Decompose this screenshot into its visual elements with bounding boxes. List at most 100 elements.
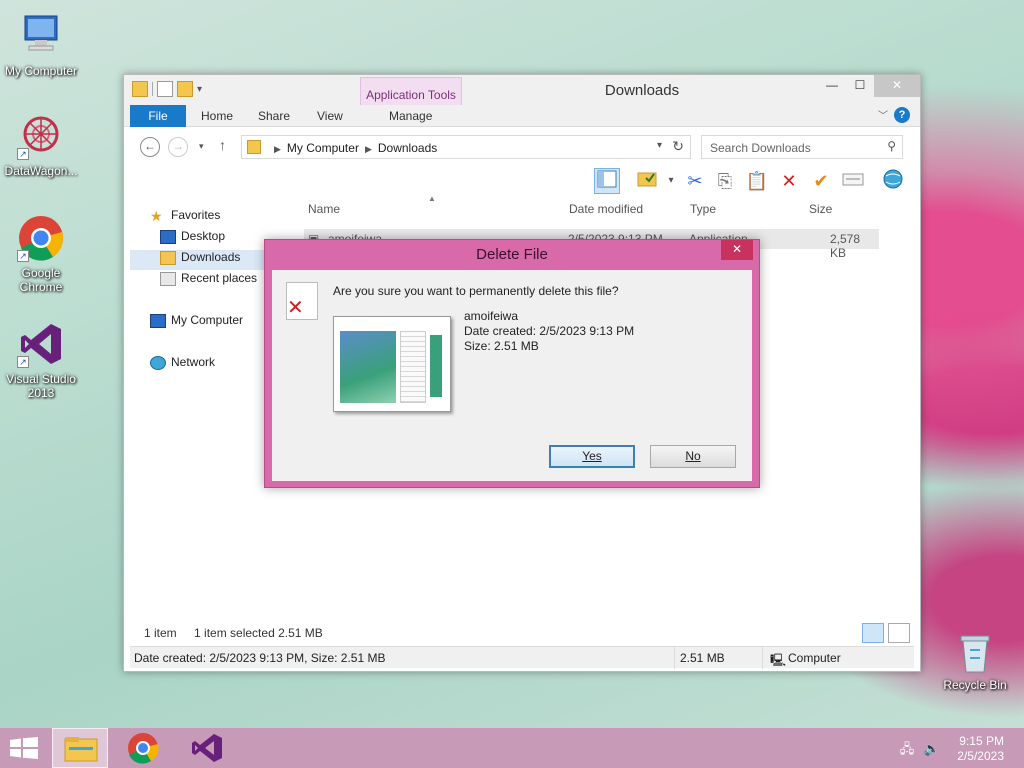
network-status-icon[interactable]: 🖧	[900, 741, 915, 756]
column-header-size[interactable]: Size	[809, 202, 832, 216]
maximize-button[interactable]: ☐	[846, 75, 874, 97]
computer-icon	[17, 12, 65, 60]
globe-icon[interactable]	[880, 168, 906, 194]
desktop-icon-recycle-bin[interactable]: Recycle Bin	[938, 630, 1012, 692]
chrome-icon	[128, 733, 159, 764]
minimize-button[interactable]: —	[818, 75, 846, 97]
tab-manage[interactable]: Manage	[389, 109, 432, 123]
back-button[interactable]: ←	[140, 137, 160, 157]
desktop-icon-label: Visual Studio 2013	[6, 372, 76, 400]
no-label: No	[685, 449, 701, 463]
tab-view[interactable]: View	[317, 109, 343, 123]
chrome-icon: ↗	[17, 214, 65, 262]
nav-desktop[interactable]: Desktop	[160, 229, 225, 249]
delete-icon[interactable]: ✕	[776, 168, 802, 194]
file-size: 2,578 KB	[830, 232, 861, 260]
cut-icon[interactable]: ✂	[682, 168, 708, 194]
details-info: Date created: 2/5/2023 9:13 PM, Size: 2.…	[134, 651, 386, 665]
paste-icon[interactable]: 📋	[744, 168, 770, 194]
desktop-icon-label: My Computer	[4, 64, 78, 78]
visual-studio-icon: ↗	[17, 320, 65, 368]
breadcrumb-downloads[interactable]: Downloads	[378, 141, 437, 155]
nav-downloads[interactable]: Downloads	[130, 250, 280, 270]
rename-icon[interactable]: ✔	[808, 168, 834, 194]
up-arrow-icon[interactable]: ↑	[219, 137, 226, 153]
search-placeholder: Search Downloads	[710, 141, 811, 155]
window-title: Downloads	[604, 82, 680, 99]
file-info: amoifeiwa Date created: 2/5/2023 9:13 PM…	[464, 309, 634, 354]
desktop-icon-label: Google Chrome	[19, 266, 63, 294]
shortcut-arrow-icon: ↗	[17, 250, 29, 262]
desktop-icon-visual-studio[interactable]: ↗ Visual Studio 2013	[0, 320, 82, 400]
breadcrumb-my-computer[interactable]: My Computer	[287, 141, 359, 155]
ribbon-tabs: File Home Share View Manage ﹀ ?	[124, 105, 920, 127]
dialog-question: Are you sure you want to permanently del…	[333, 284, 619, 298]
address-field[interactable]: ▶ My Computer ▶ Downloads ▾ ↻	[241, 135, 691, 159]
window-controls: — ☐ ✕	[818, 75, 920, 97]
preview-pane-button[interactable]	[594, 168, 620, 194]
desktop-icon-datawagon[interactable]: ↗ DataWagon...	[0, 112, 82, 178]
properties-icon[interactable]	[840, 168, 866, 194]
column-header-date[interactable]: Date modified	[569, 202, 643, 216]
details-location: Computer	[788, 651, 841, 665]
search-icon: ⚲	[887, 139, 896, 153]
taskbar-file-explorer[interactable]	[52, 728, 108, 768]
help-icon[interactable]: ?	[894, 107, 910, 123]
item-count: 1 item	[144, 626, 177, 640]
nav-label: Desktop	[181, 229, 226, 243]
chevron-down-icon[interactable]: ▾	[658, 168, 684, 194]
downloads-folder-icon	[160, 250, 176, 265]
copy-icon[interactable]: ⎘	[712, 168, 738, 194]
file-size: Size: 2.51 MB	[464, 339, 539, 353]
taskbar-visual-studio[interactable]	[178, 728, 234, 768]
datawagon-icon: ↗	[17, 112, 65, 160]
chevron-down-icon[interactable]: ﹀	[878, 107, 888, 122]
address-bar-row: ← → ▾ ↑ ▶ My Computer ▶ Downloads ▾ ↻ Searc…	[124, 133, 920, 163]
column-header-name[interactable]: Name	[308, 202, 340, 216]
desktop-icon-label: Recycle Bin	[943, 678, 1007, 692]
file-date-created: Date created: 2/5/2023 9:13 PM	[464, 324, 635, 338]
close-button[interactable]: ✕	[874, 75, 920, 97]
start-button[interactable]	[10, 737, 38, 759]
desktop-icon-chrome[interactable]: ↗ Google Chrome	[0, 214, 82, 294]
nav-label: My Computer	[171, 313, 244, 327]
volume-icon[interactable]: 🔈	[924, 741, 940, 756]
red-x-icon: ✕	[287, 297, 304, 319]
divider	[674, 647, 675, 669]
delete-file-dialog: Delete File ✕ ✕ Are you sure you want to…	[264, 239, 760, 488]
details-view-icon[interactable]	[862, 623, 884, 643]
nav-label: Network	[171, 355, 216, 369]
taskbar-chrome[interactable]	[115, 728, 171, 768]
column-header-type[interactable]: Type	[690, 202, 716, 216]
clock-time: 9:15 PM	[959, 734, 1004, 748]
chevron-down-icon[interactable]: ▾	[657, 140, 662, 151]
recent-places-icon	[160, 271, 176, 286]
yes-label: Yes	[582, 449, 602, 463]
forward-button[interactable]: →	[168, 137, 188, 157]
title-bar: ▾ Application Tools Downloads — ☐ ✕	[124, 75, 920, 127]
windows-logo-icon	[10, 737, 38, 759]
no-button[interactable]: No	[650, 445, 736, 468]
desktop-icon-label: DataWagon...	[4, 164, 78, 178]
recent-locations-icon[interactable]: ▾	[199, 141, 204, 152]
tab-share[interactable]: Share	[258, 109, 290, 123]
divider	[762, 647, 763, 669]
clock[interactable]: 9:15 PM 2/5/2023	[957, 734, 1004, 764]
file-explorer-icon	[64, 737, 98, 762]
desktop-icon-my-computer[interactable]: My Computer	[0, 12, 82, 78]
search-input[interactable]: Search Downloads ⚲	[701, 135, 903, 159]
nav-recent-places[interactable]: Recent places	[160, 271, 257, 291]
yes-button[interactable]: Yes	[549, 445, 635, 468]
computer-icon	[150, 313, 166, 328]
nav-label: Recent places	[181, 271, 258, 285]
move-to-icon[interactable]	[634, 168, 660, 194]
close-button[interactable]: ✕	[721, 240, 753, 260]
tab-file[interactable]: File	[130, 105, 186, 127]
nav-favorites[interactable]: ★ Favorites	[150, 208, 220, 228]
refresh-icon[interactable]: ↻	[672, 138, 684, 155]
nav-my-computer[interactable]: My Computer	[150, 313, 243, 333]
tab-home[interactable]: Home	[201, 109, 233, 123]
nav-network[interactable]: Network	[150, 355, 215, 375]
command-toolbar: ▾ ✂ ⎘ 📋 ✕ ✔	[124, 165, 920, 197]
large-icons-view-icon[interactable]	[888, 623, 910, 643]
